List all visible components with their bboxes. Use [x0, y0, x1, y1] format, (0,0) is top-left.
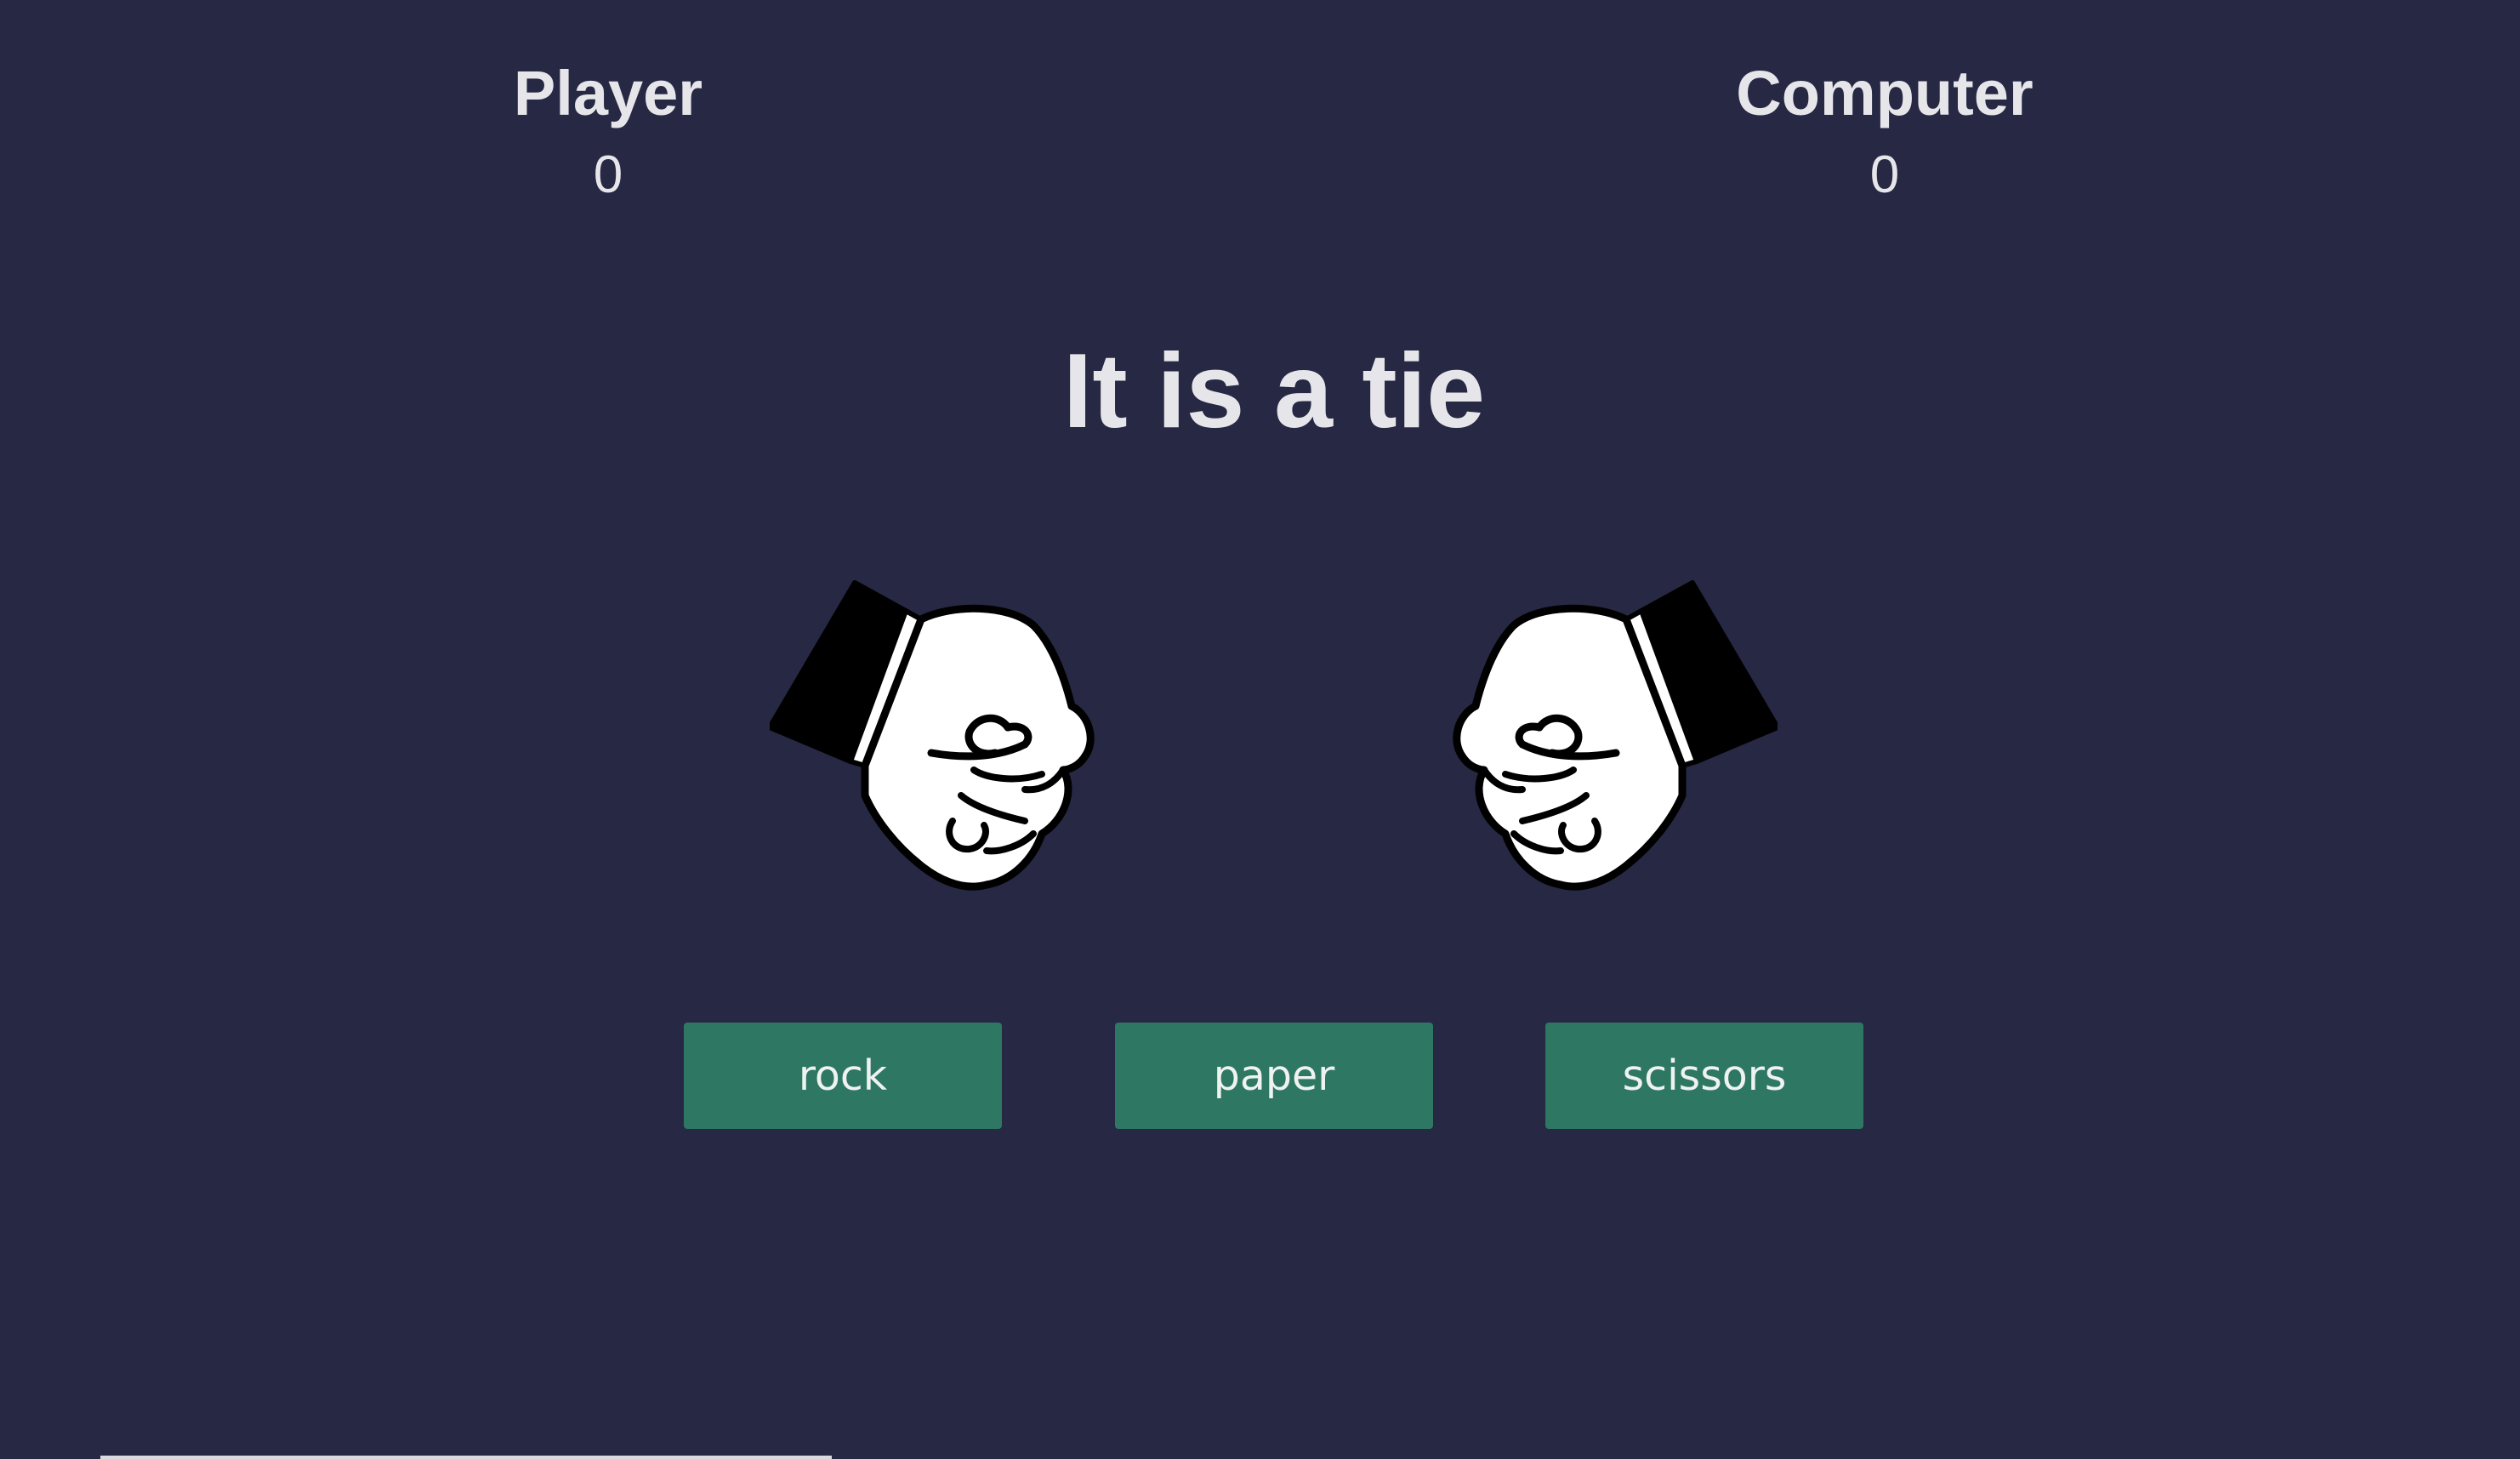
computer-score: 0 — [1869, 145, 1900, 204]
player-score-panel: Player 0 — [395, 51, 821, 209]
bottom-edge-strip — [100, 1456, 832, 1459]
player-rock-fist-icon — [770, 578, 1127, 902]
computer-score-panel: Computer 0 — [1672, 51, 2097, 209]
result-message: It is a tie — [1062, 333, 1486, 450]
scissors-button[interactable]: scissors — [1545, 1023, 1863, 1129]
computer-label: Computer — [1736, 58, 2034, 128]
paper-button[interactable]: paper — [1115, 1023, 1433, 1129]
rock-button[interactable]: rock — [684, 1023, 1002, 1129]
player-label: Player — [513, 58, 703, 128]
computer-rock-fist-icon — [1420, 578, 1778, 902]
player-score: 0 — [593, 145, 623, 204]
